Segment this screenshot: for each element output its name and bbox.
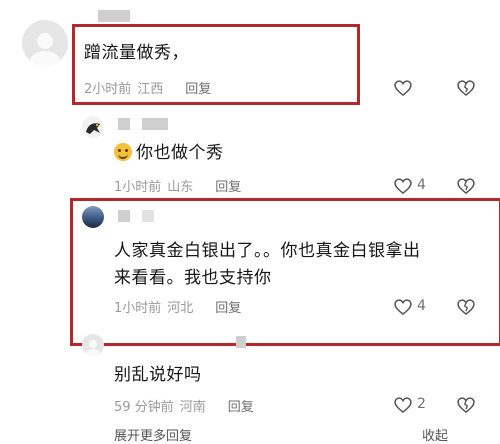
comment-location: 山东 [167, 180, 194, 195]
dislike-icon[interactable] [456, 176, 476, 196]
avatar[interactable] [82, 116, 104, 138]
grinning-face-emoji [114, 143, 132, 161]
heart-icon[interactable] [393, 176, 413, 196]
dislike-icon[interactable] [456, 395, 476, 415]
reply-button[interactable]: 回复 [215, 180, 241, 195]
avatar[interactable] [22, 20, 68, 66]
comment-text-line1: 人家真金白银出了。。你也真金白银拿出 [114, 241, 421, 261]
comment-time: 1小时前 [114, 180, 162, 195]
comment-text-line2: 来看看。我也支持你 [114, 268, 272, 288]
heart-icon[interactable] [393, 78, 413, 98]
comment-meta: 59 分钟前 河南 回复 [114, 396, 254, 415]
like-count: 2 [417, 396, 426, 412]
dislike-icon[interactable] [456, 297, 476, 317]
comment-text: 你也做个秀 [114, 140, 224, 166]
comment-time: 59 分钟前 [114, 400, 174, 415]
username-mosaic [98, 10, 130, 22]
comment-time: 1小时前 [114, 301, 162, 316]
username-mosaic [118, 118, 168, 130]
heart-icon[interactable] [393, 297, 413, 317]
comment-location: 河南 [179, 400, 206, 415]
comment-meta: 2小时前 江西 回复 [84, 78, 211, 97]
username-mosaic [118, 210, 154, 222]
reply-button[interactable]: 回复 [215, 301, 241, 316]
username-mosaic [236, 336, 246, 348]
avatar[interactable] [82, 334, 104, 356]
comment-meta: 1小时前 河北 回复 [114, 297, 241, 316]
comment-location: 河北 [167, 301, 194, 316]
comment-text: 蹭流量做秀， [84, 43, 189, 63]
comment-text: 别乱说好吗 [114, 365, 202, 385]
reply-button[interactable]: 回复 [185, 82, 211, 97]
collapse-button[interactable]: 收起 [422, 425, 448, 444]
heart-icon[interactable] [393, 395, 413, 415]
like-count: 4 [417, 177, 426, 193]
creature-avatar-icon [86, 123, 100, 134]
like-count: 4 [417, 298, 426, 314]
comment-time: 2小时前 [84, 82, 132, 97]
expand-replies-button[interactable]: 展开更多回复 [114, 425, 192, 444]
comment-location: 江西 [137, 82, 164, 97]
comment-meta: 1小时前 山东 回复 [114, 176, 241, 195]
comment-text-body: 你也做个秀 [136, 143, 224, 163]
dislike-icon[interactable] [456, 78, 476, 98]
avatar[interactable] [82, 206, 104, 228]
reply-button[interactable]: 回复 [228, 400, 254, 415]
